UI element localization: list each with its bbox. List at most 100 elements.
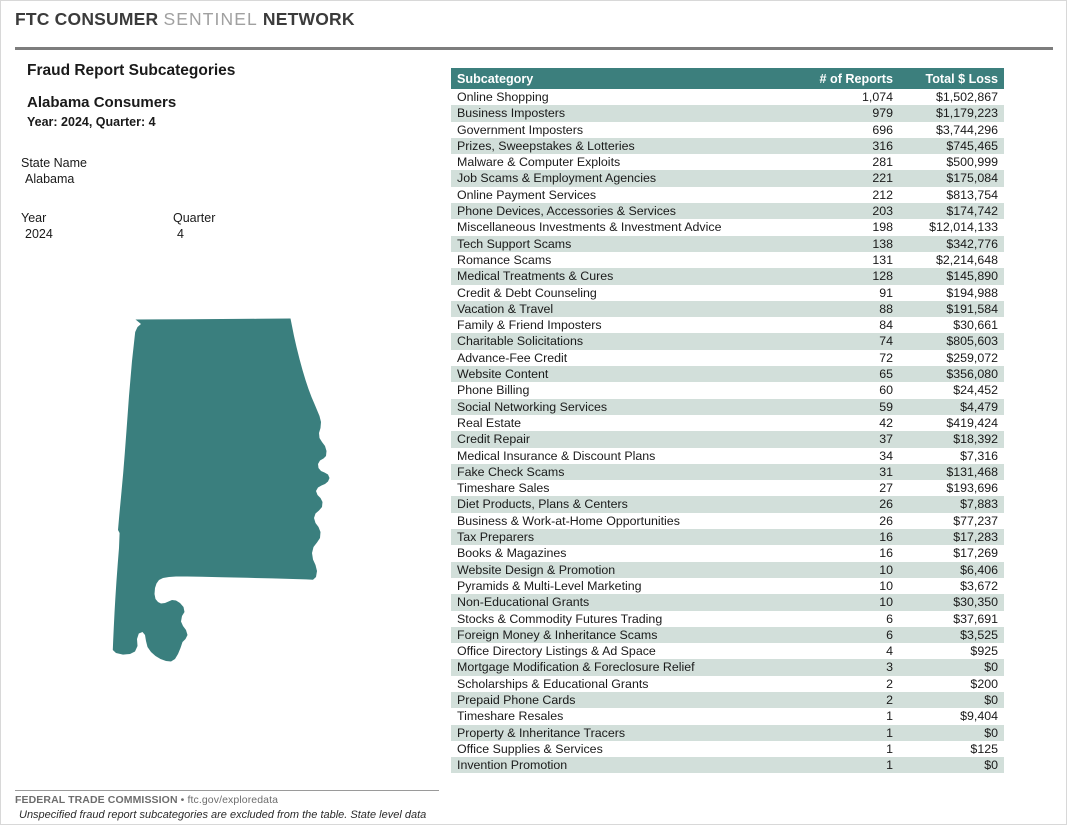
cell-total-loss: $500,999 bbox=[899, 154, 1004, 171]
table-row[interactable]: Books & Magazines 16 $17,269 bbox=[451, 545, 1004, 562]
cell-total-loss: $356,080 bbox=[899, 366, 1004, 383]
field-quarter: Quarter 4 bbox=[173, 210, 215, 242]
table-row[interactable]: Stocks & Commodity Futures Trading 6 $37,6… bbox=[451, 610, 1004, 627]
column-header-subcategory[interactable]: Subcategory bbox=[451, 68, 786, 89]
table-row[interactable]: Mortgage Modification & Foreclosure Reli… bbox=[451, 659, 1004, 676]
table-row[interactable]: Job Scams & Employment Agencies 221 $175,0… bbox=[451, 170, 1004, 187]
table-row[interactable]: Social Networking Services 59 $4,479 bbox=[451, 398, 1004, 415]
cell-num-reports: 212 bbox=[786, 186, 899, 204]
cell-total-loss: $17,269 bbox=[899, 545, 1004, 562]
table-row[interactable]: Timeshare Sales 27 $193,696 bbox=[451, 480, 1004, 497]
cell-num-reports: 2 bbox=[786, 691, 899, 709]
cell-num-reports: 979 bbox=[786, 105, 899, 122]
cell-subcategory: Tech Support Scams bbox=[451, 235, 786, 252]
table-row[interactable]: Tech Support Scams 138 $342,776 bbox=[451, 235, 1004, 252]
cell-total-loss: $193,696 bbox=[899, 480, 1004, 497]
column-header-total-loss[interactable]: Total $ Loss bbox=[899, 68, 1004, 89]
cell-subcategory: Credit & Debt Counseling bbox=[451, 284, 786, 301]
cell-num-reports: 10 bbox=[786, 561, 899, 578]
cell-total-loss: $77,237 bbox=[899, 512, 1004, 530]
column-header-num-reports[interactable]: # of Reports bbox=[786, 68, 899, 89]
cell-total-loss: $125 bbox=[899, 740, 1004, 758]
table-row[interactable]: Business & Work-at-Home Opportunities 26 $… bbox=[451, 512, 1004, 530]
cell-subcategory: Invention Promotion bbox=[451, 757, 786, 774]
table-row[interactable]: Online Payment Services 212 $813,754 bbox=[451, 186, 1004, 204]
footer-url[interactable]: ftc.gov/exploredata bbox=[187, 794, 278, 806]
cell-subcategory: Charitable Solicitations bbox=[451, 333, 786, 350]
table-row[interactable]: Phone Devices, Accessories & Services 203… bbox=[451, 203, 1004, 220]
table-row[interactable]: Miscellaneous Investments & Investment A… bbox=[451, 219, 1004, 236]
table-row[interactable]: Vacation & Travel 88 $191,584 bbox=[451, 300, 1004, 318]
cell-num-reports: 59 bbox=[786, 398, 899, 415]
cell-num-reports: 26 bbox=[786, 496, 899, 513]
table-row[interactable]: Medical Treatments & Cures 128 $145,890 bbox=[451, 268, 1004, 285]
table-row[interactable]: Foreign Money & Inheritance Scams 6 $3,525 bbox=[451, 626, 1004, 644]
cell-num-reports: 4 bbox=[786, 643, 899, 660]
table-row[interactable]: Invention Promotion 1 $0 bbox=[451, 757, 1004, 774]
table-row[interactable]: Medical Insurance & Discount Plans 34 $7,3… bbox=[451, 447, 1004, 464]
cell-total-loss: $0 bbox=[899, 691, 1004, 709]
table-row[interactable]: Romance Scams 131 $2,214,648 bbox=[451, 251, 1004, 269]
table-row[interactable]: Prepaid Phone Cards 2 $0 bbox=[451, 691, 1004, 709]
table-row[interactable]: Government Imposters 696 $3,744,296 bbox=[451, 121, 1004, 138]
table-row[interactable]: Charitable Solicitations 74 $805,603 bbox=[451, 333, 1004, 350]
alabama-map-icon[interactable] bbox=[97, 301, 367, 671]
field-year-label: Year bbox=[21, 211, 47, 225]
masthead-title: FTC CONSUMER SENTINEL NETWORK bbox=[15, 9, 355, 30]
table-row[interactable]: Advance-Fee Credit 72 $259,072 bbox=[451, 349, 1004, 367]
table-row[interactable]: Website Content 65 $356,080 bbox=[451, 366, 1004, 383]
table-row[interactable]: Credit & Debt Counseling 91 $194,988 bbox=[451, 284, 1004, 301]
table-row[interactable]: Office Directory Listings & Ad Space 4 $92… bbox=[451, 643, 1004, 660]
cell-subcategory: Vacation & Travel bbox=[451, 300, 786, 318]
table-row[interactable]: Malware & Computer Exploits 281 $500,999 bbox=[451, 154, 1004, 171]
table-row[interactable]: Online Shopping 1,074 $1,502,867 bbox=[451, 89, 1004, 106]
table-row[interactable]: Prizes, Sweepstakes & Lotteries 316 $745,4… bbox=[451, 137, 1004, 155]
cell-num-reports: 198 bbox=[786, 219, 899, 236]
table-row[interactable]: Tax Preparers 16 $17,283 bbox=[451, 529, 1004, 546]
alabama-outline-path[interactable] bbox=[112, 318, 330, 662]
table-row[interactable]: Business Imposters 979 $1,179,223 bbox=[451, 105, 1004, 122]
cell-subcategory: Office Directory Listings & Ad Space bbox=[451, 643, 786, 660]
table-row[interactable]: Pyramids & Multi-Level Marketing 10 $3,672 bbox=[451, 577, 1004, 595]
table-row[interactable]: Diet Products, Plans & Centers 26 $7,883 bbox=[451, 496, 1004, 513]
field-quarter-value[interactable]: 4 bbox=[173, 226, 215, 242]
field-state-name-label: State Name bbox=[21, 156, 88, 170]
table-header: Subcategory # of Reports Total $ Loss bbox=[451, 68, 1004, 89]
table-row[interactable]: Credit Repair 37 $18,392 bbox=[451, 431, 1004, 448]
table-row[interactable]: Property & Inheritance Tracers 1 $0 bbox=[451, 724, 1004, 741]
report-page: FTC CONSUMER SENTINEL NETWORK Fraud Repo… bbox=[0, 0, 1067, 825]
masthead-part-1: FTC CONSUMER bbox=[15, 9, 159, 29]
cell-total-loss: $191,584 bbox=[899, 300, 1004, 318]
table-row[interactable]: Non-Educational Grants 10 $30,350 bbox=[451, 594, 1004, 611]
cell-total-loss: $6,406 bbox=[899, 561, 1004, 578]
cell-num-reports: 1,074 bbox=[786, 89, 899, 106]
table-row[interactable]: Real Estate 42 $419,424 bbox=[451, 414, 1004, 432]
table-row[interactable]: Fake Check Scams 31 $131,468 bbox=[451, 463, 1004, 481]
cell-subcategory: Social Networking Services bbox=[451, 398, 786, 415]
table-row[interactable]: Family & Friend Imposters 84 $30,661 bbox=[451, 317, 1004, 334]
cell-subcategory: Diet Products, Plans & Centers bbox=[451, 496, 786, 513]
table-body: Online Shopping 1,074 $1,502,867 Business I… bbox=[451, 89, 1004, 774]
table-row[interactable]: Website Design & Promotion 10 $6,406 bbox=[451, 561, 1004, 578]
table-row[interactable]: Phone Billing 60 $24,452 bbox=[451, 382, 1004, 399]
cell-num-reports: 74 bbox=[786, 333, 899, 350]
cell-num-reports: 72 bbox=[786, 349, 899, 367]
cell-subcategory: Business Imposters bbox=[451, 105, 786, 122]
left-panel: Fraud Report Subcategories Alabama Consu… bbox=[1, 53, 446, 824]
fraud-subcategory-table: Subcategory # of Reports Total $ Loss On… bbox=[451, 68, 1004, 774]
cell-num-reports: 696 bbox=[786, 121, 899, 138]
cell-subcategory: Pyramids & Multi-Level Marketing bbox=[451, 577, 786, 595]
cell-num-reports: 131 bbox=[786, 251, 899, 269]
cell-total-loss: $3,744,296 bbox=[899, 121, 1004, 138]
field-state-name-value[interactable]: Alabama bbox=[21, 171, 87, 187]
cell-subcategory: Foreign Money & Inheritance Scams bbox=[451, 626, 786, 644]
table-row[interactable]: Office Supplies & Services 1 $125 bbox=[451, 740, 1004, 758]
fraud-subcategory-table-container: Subcategory # of Reports Total $ Loss On… bbox=[451, 68, 1004, 774]
cell-subcategory: Online Payment Services bbox=[451, 186, 786, 204]
table-row[interactable]: Scholarships & Educational Grants 2 $200 bbox=[451, 675, 1004, 692]
table-row[interactable]: Timeshare Resales 1 $9,404 bbox=[451, 708, 1004, 725]
alabama-state-map[interactable] bbox=[97, 301, 367, 671]
cell-total-loss: $3,525 bbox=[899, 626, 1004, 644]
field-year-value[interactable]: 2024 bbox=[21, 226, 53, 242]
cell-total-loss: $0 bbox=[899, 659, 1004, 676]
